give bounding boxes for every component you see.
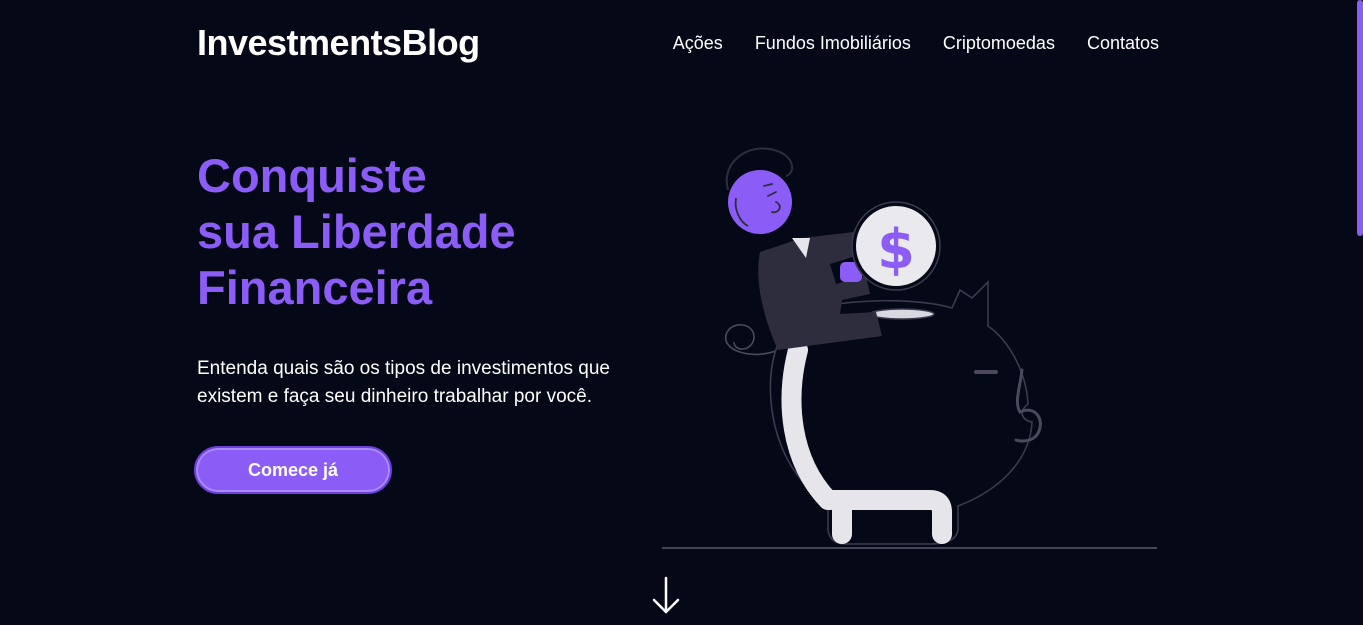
- site-logo[interactable]: InvestmentsBlog: [197, 22, 480, 64]
- headline-line-1: Conquiste: [197, 149, 427, 202]
- hero-headline: Conquiste sua Liberdade Financeira: [197, 148, 516, 316]
- headline-line-3: Financeira: [197, 261, 433, 314]
- arrow-down-icon[interactable]: [650, 574, 682, 618]
- nav-link-contatos[interactable]: Contatos: [1087, 33, 1159, 54]
- person-head: [728, 170, 792, 234]
- start-button[interactable]: Comece já: [194, 446, 392, 494]
- main-nav: Ações Fundos Imobiliários Criptomoedas C…: [673, 33, 1159, 54]
- coin-slot: [869, 308, 935, 320]
- nav-link-criptomoedas[interactable]: Criptomoedas: [943, 33, 1055, 54]
- nav-link-acoes[interactable]: Ações: [673, 33, 723, 54]
- headline-line-2: sua Liberdade: [197, 205, 516, 258]
- hero-description: Entenda quais são os tipos de investimen…: [197, 358, 610, 407]
- scrollbar-thumb[interactable]: [1357, 0, 1363, 236]
- nav-link-fundos-imobiliarios[interactable]: Fundos Imobiliários: [755, 33, 911, 54]
- person-piggy-bank-icon: $: [662, 147, 1157, 549]
- landing-page: InvestmentsBlog Ações Fundos Imobiliário…: [0, 0, 1363, 625]
- dollar-sign: $: [877, 218, 915, 281]
